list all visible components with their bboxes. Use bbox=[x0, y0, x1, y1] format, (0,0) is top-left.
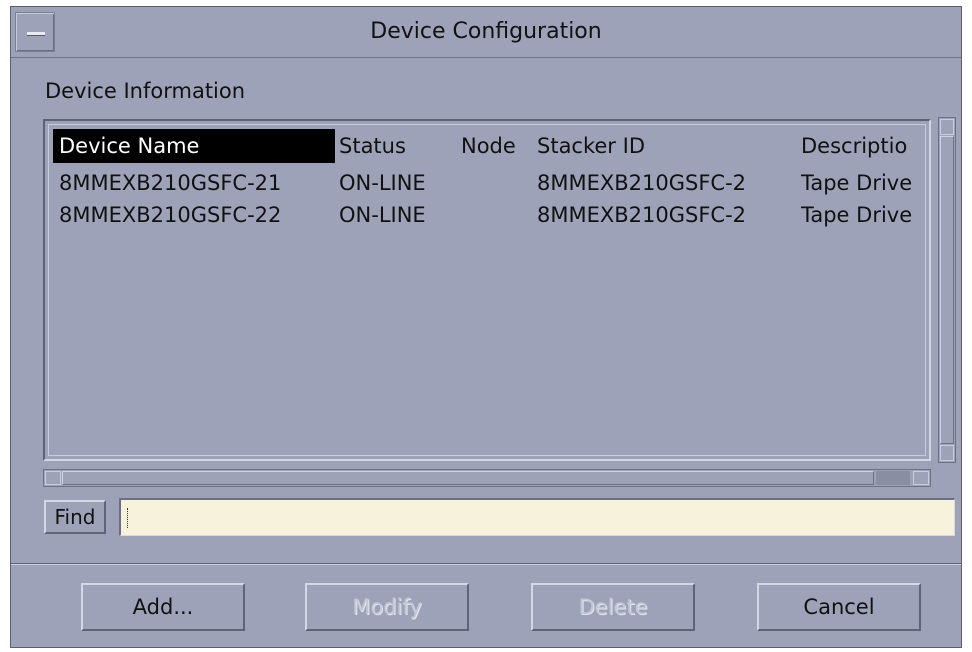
cancel-button[interactable]: Cancel bbox=[757, 583, 921, 631]
add-button[interactable]: Add... bbox=[81, 583, 245, 631]
device-list-inner: Device Name Status Node Stacker ID Descr… bbox=[48, 124, 926, 456]
cell-stacker-id: 8MMEXB210GSFC-2 bbox=[537, 203, 747, 227]
modify-button[interactable]: Modify bbox=[305, 583, 469, 631]
arrow-down-icon[interactable] bbox=[940, 445, 954, 461]
delete-button[interactable]: Delete bbox=[531, 583, 695, 631]
cell-status: ON-LINE bbox=[339, 203, 426, 227]
horizontal-scroll-track[interactable] bbox=[876, 471, 910, 485]
cell-status: ON-LINE bbox=[339, 171, 426, 195]
device-configuration-window: Device Configuration Device Information … bbox=[10, 6, 962, 648]
arrow-up-icon[interactable] bbox=[940, 119, 954, 135]
cell-description: Tape Drive bbox=[801, 203, 913, 227]
device-list[interactable]: Device Name Status Node Stacker ID Descr… bbox=[43, 119, 931, 461]
find-button[interactable]: Find bbox=[44, 500, 106, 534]
horizontal-scroll-thumb[interactable] bbox=[62, 471, 874, 485]
column-header-description[interactable]: Descriptio bbox=[801, 129, 925, 163]
cell-description: Tape Drive bbox=[801, 171, 913, 195]
column-header-status[interactable]: Status bbox=[339, 129, 439, 163]
horizontal-scrollbar[interactable] bbox=[43, 469, 931, 487]
arrow-right-icon[interactable] bbox=[913, 471, 929, 485]
vertical-scroll-thumb[interactable] bbox=[940, 136, 954, 444]
text-cursor bbox=[127, 508, 130, 528]
window-title: Device Configuration bbox=[370, 19, 602, 44]
title-bar[interactable]: Device Configuration bbox=[11, 7, 961, 58]
column-header-node[interactable]: Node bbox=[461, 129, 531, 163]
cell-device-name: 8MMEXB210GSFC-21 bbox=[59, 171, 282, 195]
find-input[interactable] bbox=[119, 498, 955, 536]
separator bbox=[11, 563, 961, 565]
cell-stacker-id: 8MMEXB210GSFC-2 bbox=[537, 171, 747, 195]
arrow-left-icon[interactable] bbox=[45, 471, 61, 485]
vertical-scrollbar[interactable] bbox=[938, 117, 956, 463]
table-row[interactable]: 8MMEXB210GSFC-22 ON-LINE 8MMEXB210GSFC-2… bbox=[49, 199, 925, 231]
cell-device-name: 8MMEXB210GSFC-22 bbox=[59, 203, 282, 227]
column-header-device-name[interactable]: Device Name bbox=[53, 129, 335, 163]
table-row[interactable]: 8MMEXB210GSFC-21 ON-LINE 8MMEXB210GSFC-2… bbox=[49, 167, 925, 199]
device-information-label: Device Information bbox=[45, 79, 246, 103]
column-header-stacker-id[interactable]: Stacker ID bbox=[537, 129, 777, 163]
